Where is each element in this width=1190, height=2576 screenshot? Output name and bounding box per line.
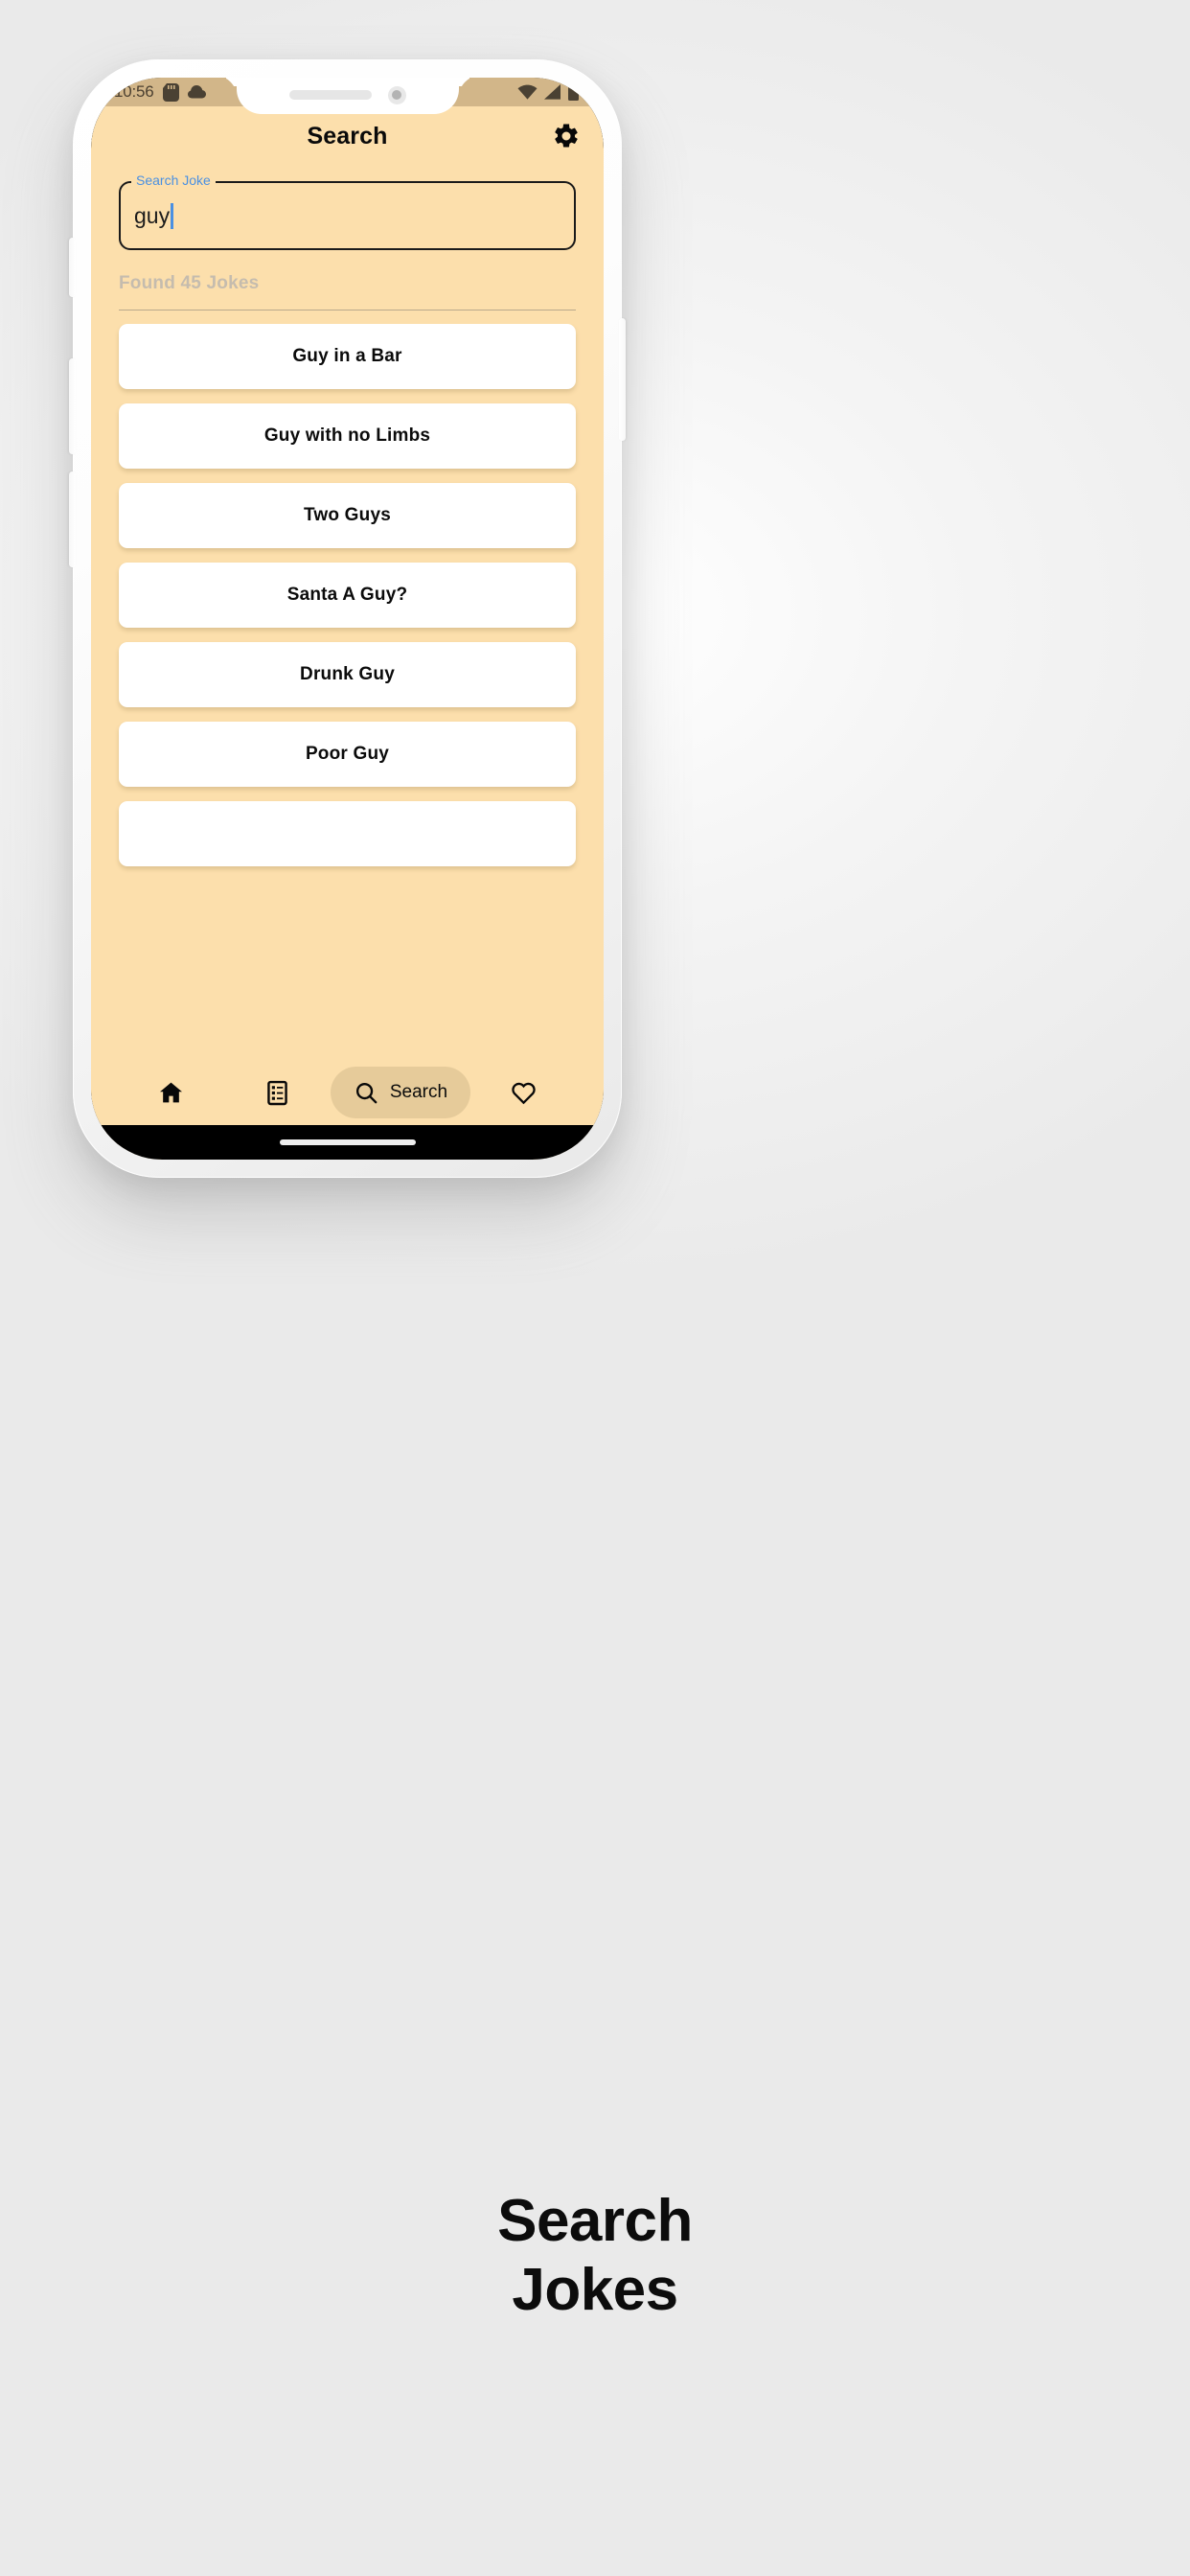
nav-item-list[interactable] [224,1067,331,1118]
app-viewport: 10:56 Search Search Joke guy Found 45 Jo… [91,78,604,1160]
joke-card-title: Poor Guy [305,744,390,764]
joke-results-list[interactable]: Guy in a Bar Guy with no Limbs Two Guys San… [91,324,604,895]
status-bar-right [517,83,579,101]
search-input[interactable]: guy [134,181,561,250]
nav-item-home[interactable] [118,1067,224,1118]
caption-block: Search Jokes [0,2187,1190,2325]
phone-frame: 10:56 Search Search Joke guy Found 45 Jo… [69,59,626,1178]
wifi-icon [517,84,538,100]
joke-card-partial[interactable] [119,801,576,866]
joke-card[interactable]: Santa A Guy? [119,563,576,628]
earpiece-speaker [288,90,372,100]
results-summary: Found 45 Jokes [119,273,576,310]
joke-card[interactable]: Guy with no Limbs [119,403,576,469]
list-icon [267,1080,287,1105]
status-bar-left: 10:56 [114,82,206,102]
joke-card-title: Guy with no Limbs [263,426,431,446]
silent-switch-button[interactable] [69,238,76,297]
phone-screen: 10:56 Search Search Joke guy Found 45 Jo… [91,78,604,1160]
joke-card-title: Two Guys [304,505,391,525]
signal-icon [544,84,561,100]
joke-card-title: Drunk Guy [300,664,395,684]
status-time: 10:56 [114,82,154,101]
bottom-navigation-bar: Search [91,1060,604,1125]
home-icon [159,1082,182,1102]
joke-card[interactable]: Guy in a Bar [119,324,576,389]
nav-item-search[interactable]: Search [330,1067,471,1118]
heart-icon [512,1082,536,1104]
volume-up-button[interactable] [69,358,76,454]
front-camera-icon [387,85,406,104]
battery-icon [568,83,579,101]
page-title: Search [307,122,388,150]
nav-search-label: Search [389,1082,448,1102]
caption-line-1: Search [497,2188,693,2254]
nav-item-favorite[interactable] [470,1067,577,1118]
joke-card-title: Guy in a Bar [292,346,402,366]
cloud-icon [187,85,206,99]
volume-down-button[interactable] [69,472,76,567]
gear-icon [555,124,578,148]
search-input-value: guy [134,202,171,228]
found-count-label: Found 45 Jokes [119,273,260,293]
joke-card[interactable]: Drunk Guy [119,642,576,707]
search-icon [355,1082,378,1103]
search-field-container[interactable]: Search Joke guy [119,172,576,250]
home-indicator[interactable] [279,1139,416,1145]
sd-card-icon [162,82,179,102]
joke-card[interactable]: Two Guys [119,483,576,548]
app-bar: Search [91,106,604,166]
settings-button[interactable] [550,120,583,152]
caption-line-2: Jokes [512,2256,678,2323]
text-cursor-caret [171,202,174,229]
home-indicator-area [91,1125,604,1160]
joke-card[interactable]: Poor Guy [119,722,576,787]
joke-card-title: Santa A Guy? [286,585,408,605]
phone-notch [236,78,459,114]
status-bar: 10:56 [91,78,604,114]
power-button[interactable] [619,318,626,441]
